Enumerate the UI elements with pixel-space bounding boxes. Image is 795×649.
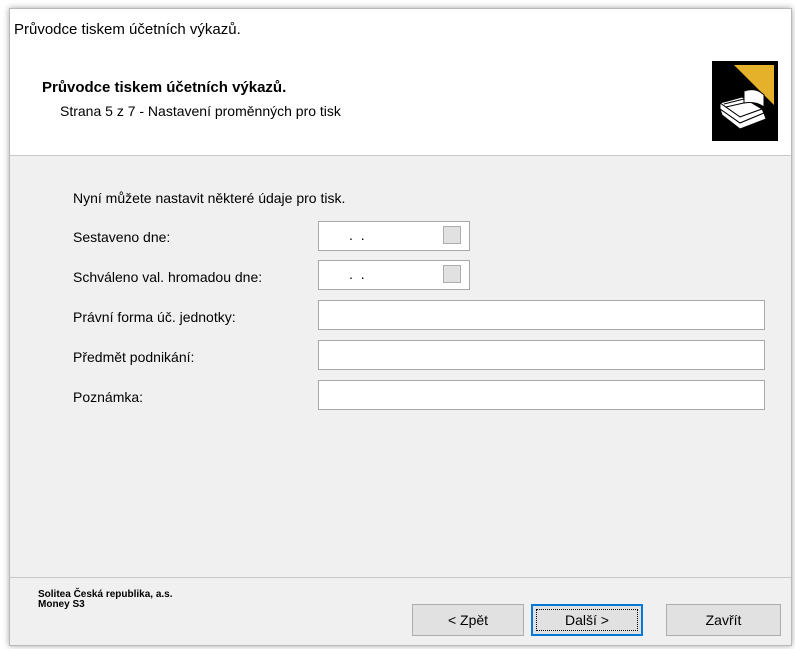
schvaleno-date-field[interactable]: . . <box>318 260 470 290</box>
schvaleno-label: Schváleno val. hromadou dne: <box>73 269 263 285</box>
pravni-forma-input[interactable] <box>318 300 765 330</box>
wizard-header: Průvodce tiskem účetních výkazů. Strana … <box>10 47 791 156</box>
calendar-dropdown-button[interactable] <box>443 226 461 244</box>
window-title: Průvodce tiskem účetních výkazů. <box>14 21 241 38</box>
product-name: Money S3 <box>38 599 85 610</box>
date-value: . . <box>349 266 367 282</box>
book-icon <box>712 61 778 141</box>
predmet-podnikani-label: Předmět podnikání: <box>73 349 195 365</box>
pravni-forma-label: Právní forma úč. jednotky: <box>73 309 236 325</box>
next-button-label: Další > <box>565 612 609 628</box>
close-button-label: Zavřít <box>705 612 742 628</box>
close-button[interactable]: Zavřít <box>666 604 781 636</box>
calendar-dropdown-button[interactable] <box>443 265 461 283</box>
predmet-podnikani-input[interactable] <box>318 340 765 370</box>
date-value: . . <box>349 227 367 243</box>
next-button[interactable]: Další > <box>531 604 643 636</box>
poznamka-label: Poznámka: <box>73 389 144 405</box>
title-bar: Průvodce tiskem účetních výkazů. <box>10 9 791 47</box>
footer-divider <box>10 577 791 578</box>
company-info: Solitea Česká republika, a.s. Money S3 <box>38 590 173 610</box>
wizard-content: Nyní můžete nastavit některé údaje pro t… <box>10 156 791 575</box>
page-title: Průvodce tiskem účetních výkazů. <box>42 79 287 96</box>
page-subtitle: Strana 5 z 7 - Nastavení proměnných pro … <box>60 103 341 119</box>
back-button-label: < Zpět <box>447 612 489 628</box>
wizard-window: Průvodce tiskem účetních výkazů. Průvodc… <box>9 8 792 646</box>
intro-text: Nyní můžete nastavit některé údaje pro t… <box>73 190 346 206</box>
back-button[interactable]: < Zpět <box>412 604 524 636</box>
sestaveno-date-field[interactable]: . . <box>318 221 470 251</box>
poznamka-input[interactable] <box>318 380 765 410</box>
sestaveno-label: Sestaveno dne: <box>73 229 171 245</box>
